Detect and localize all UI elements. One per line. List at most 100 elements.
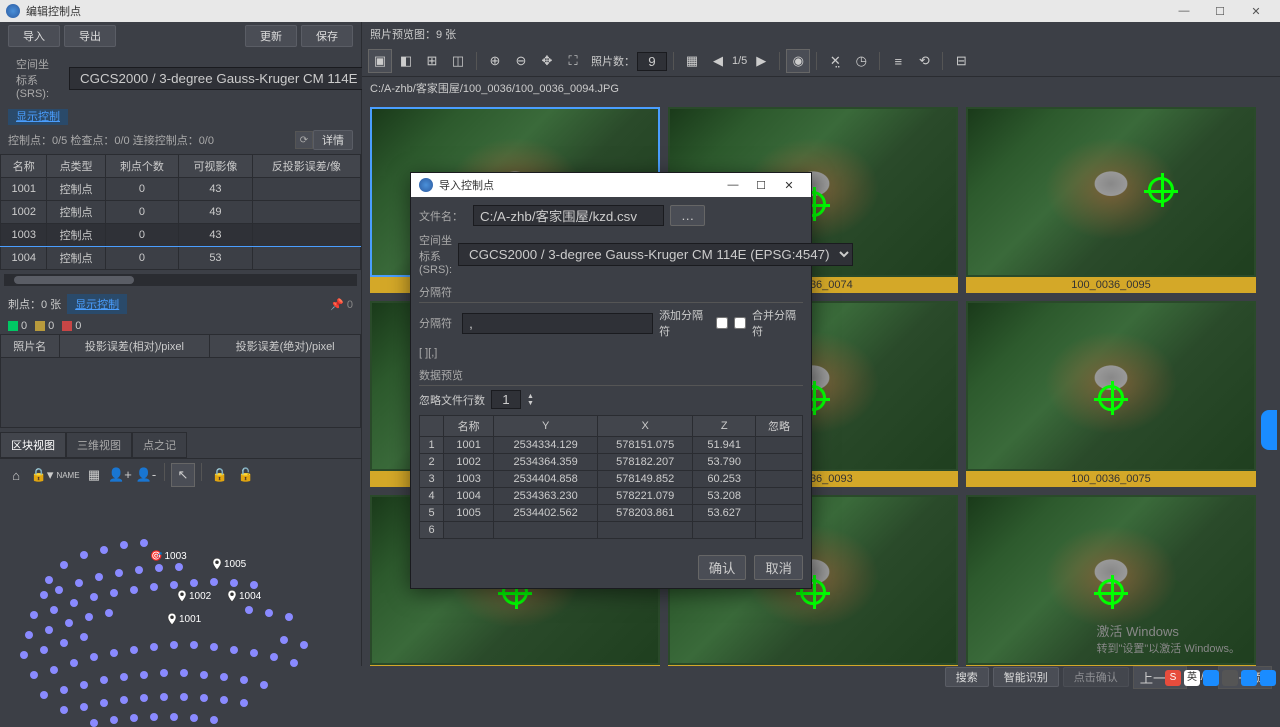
- file-input[interactable]: [473, 205, 664, 226]
- show-control-link-2[interactable]: 显示控制: [67, 294, 127, 314]
- photo-count-input[interactable]: [637, 52, 667, 71]
- table-row[interactable]: 1003控制点043: [1, 224, 361, 247]
- zoom-in-icon[interactable]: ⊕: [483, 49, 507, 73]
- spin-up-icon[interactable]: ▲: [527, 393, 534, 400]
- legend: 000: [0, 318, 361, 334]
- person-add-icon[interactable]: 👤+: [108, 463, 132, 487]
- side-widget[interactable]: [1261, 410, 1277, 450]
- table-row[interactable]: 210022534364.359578182.20753.790: [420, 454, 803, 471]
- table-row[interactable]: 1004控制点053: [1, 247, 361, 270]
- sep-input[interactable]: [462, 313, 653, 334]
- gcp-col-header[interactable]: 可视影像: [179, 155, 253, 178]
- rotate-icon[interactable]: ⟲: [912, 49, 936, 73]
- table-row[interactable]: 410042534363.230578221.07953.208: [420, 488, 803, 505]
- gcp-marker[interactable]: 🎯1003: [150, 551, 187, 562]
- maximize-button[interactable]: ☐: [1202, 5, 1238, 18]
- table-row[interactable]: 510052534402.562578203.86153.627: [420, 505, 803, 522]
- dialog-title: 导入控制点: [439, 177, 719, 193]
- tray-icon-4[interactable]: [1260, 670, 1276, 686]
- update-button[interactable]: 更新: [245, 25, 297, 47]
- details-button[interactable]: 详情: [313, 130, 353, 150]
- lang-icon[interactable]: 英: [1184, 670, 1200, 686]
- name-toggle-icon[interactable]: NAME: [56, 463, 80, 487]
- table-row[interactable]: 1002控制点049: [1, 201, 361, 224]
- view-tab[interactable]: 三维视图: [66, 432, 132, 458]
- pin-icon[interactable]: 📌 0: [330, 298, 353, 311]
- tray-icon-2[interactable]: [1222, 670, 1238, 686]
- select-icon[interactable]: ↖: [171, 463, 195, 487]
- mode3-icon[interactable]: ⊞: [420, 49, 444, 73]
- person-remove-icon[interactable]: 👤-: [134, 463, 158, 487]
- gcp-marker[interactable]: 1005: [210, 556, 246, 572]
- add-sep-label: 添加分隔符: [659, 307, 710, 339]
- zoom-out-icon[interactable]: ⊖: [509, 49, 533, 73]
- refresh-icon[interactable]: ⟳: [295, 131, 313, 149]
- ime-icon[interactable]: S: [1165, 670, 1181, 686]
- dialog-titlebar: 导入控制点 — ☐ ✕: [411, 173, 811, 197]
- view-tab[interactable]: 点之记: [132, 432, 187, 458]
- show-control-link[interactable]: 显示控制: [8, 109, 68, 125]
- table-row[interactable]: 6: [420, 522, 803, 539]
- ignore-rows-input[interactable]: [491, 390, 521, 409]
- mode1-icon[interactable]: ▣: [368, 49, 392, 73]
- ok-button[interactable]: 确认: [698, 555, 747, 580]
- photo-thumbnail[interactable]: 100_0036_0109: [966, 495, 1256, 666]
- lock-icon[interactable]: 🔒: [208, 463, 232, 487]
- browse-button[interactable]: …: [670, 205, 705, 226]
- tray-icon-1[interactable]: [1203, 670, 1219, 686]
- minimize-button[interactable]: —: [1166, 5, 1202, 17]
- view-tab[interactable]: 区块视图: [0, 432, 66, 458]
- prev-page-icon[interactable]: ◀: [706, 49, 730, 73]
- save-button[interactable]: 保存: [301, 25, 353, 47]
- current-photo-path: C:/A-zhb/客家围屋/100_0036/100_0036_0094.JPG: [362, 77, 1280, 99]
- pricks-label: 刺点：0 张: [8, 296, 61, 312]
- point-confirm-button[interactable]: 点击确认: [1063, 667, 1129, 687]
- block-view[interactable]: 1001 1002 🎯1003 1004 1005: [0, 491, 361, 666]
- import-button[interactable]: 导入: [8, 25, 60, 47]
- dialog-maximize-button[interactable]: ☐: [747, 179, 775, 192]
- gcp-marker[interactable]: 1004: [225, 588, 261, 604]
- settings-grid-icon[interactable]: ⊟: [949, 49, 973, 73]
- dialog-close-button[interactable]: ✕: [775, 179, 803, 192]
- add-sep-checkbox[interactable]: [716, 317, 728, 329]
- table-row[interactable]: 110012534334.129578151.07551.941: [420, 437, 803, 454]
- table-row[interactable]: 310032534404.858578149.85260.253: [420, 471, 803, 488]
- list1-icon[interactable]: ≡: [886, 49, 910, 73]
- spin-down-icon[interactable]: ▼: [527, 400, 534, 407]
- close-button[interactable]: ✕: [1238, 5, 1274, 18]
- search-button[interactable]: 搜索: [945, 667, 989, 687]
- mode2-icon[interactable]: ◧: [394, 49, 418, 73]
- mode4-icon[interactable]: ◫: [446, 49, 470, 73]
- smart-recognize-button[interactable]: 智能识别: [993, 667, 1059, 687]
- export-button[interactable]: 导出: [64, 25, 116, 47]
- tray-icon-3[interactable]: [1241, 670, 1257, 686]
- lock-view-icon[interactable]: 🔒▾: [30, 463, 54, 487]
- dialog-minimize-button[interactable]: —: [719, 179, 747, 191]
- gcp-col-header[interactable]: 反投影误差/像: [252, 155, 360, 178]
- table-row[interactable]: 1001控制点043: [1, 178, 361, 201]
- gcp-table: 名称点类型刺点个数可视影像反投影误差/像 1001控制点0431002控制点04…: [0, 154, 361, 270]
- photo-thumbnail[interactable]: 100_0036_0075: [966, 301, 1256, 487]
- merge-sep-checkbox[interactable]: [734, 317, 746, 329]
- gcp-col-header[interactable]: 刺点个数: [105, 155, 179, 178]
- target-icon[interactable]: ◉: [786, 49, 810, 73]
- next-page-icon[interactable]: ▶: [749, 49, 773, 73]
- fit-icon[interactable]: ⛶: [561, 49, 585, 73]
- gcp-marker[interactable]: 1002: [175, 588, 211, 604]
- grid-view-icon[interactable]: ▦: [680, 49, 704, 73]
- gcp-stats: 控制点：0/5 检查点：0/0 连接控制点：0/0: [8, 132, 291, 148]
- gcp-marker[interactable]: 1001: [165, 611, 201, 627]
- dialog-srs-select[interactable]: CGCS2000 / 3-degree Gauss-Kruger CM 114E…: [458, 243, 853, 266]
- unlock-icon[interactable]: 🔓: [234, 463, 258, 487]
- prick-table: 照片名投影误差(相对)/pixel投影误差(绝对)/pixel: [0, 334, 361, 428]
- grid-icon[interactable]: ▦: [82, 463, 106, 487]
- cancel-button[interactable]: 取消: [754, 555, 803, 580]
- gcp-col-header[interactable]: 点类型: [47, 155, 105, 178]
- h-scrollbar[interactable]: [4, 274, 357, 286]
- photo-thumbnail[interactable]: 100_0036_0095: [966, 107, 1256, 293]
- adjust1-icon[interactable]: ✕̤: [823, 49, 847, 73]
- gcp-col-header[interactable]: 名称: [1, 155, 47, 178]
- home-icon[interactable]: ⌂: [4, 463, 28, 487]
- pan-icon[interactable]: ✥: [535, 49, 559, 73]
- adjust2-icon[interactable]: ◷: [849, 49, 873, 73]
